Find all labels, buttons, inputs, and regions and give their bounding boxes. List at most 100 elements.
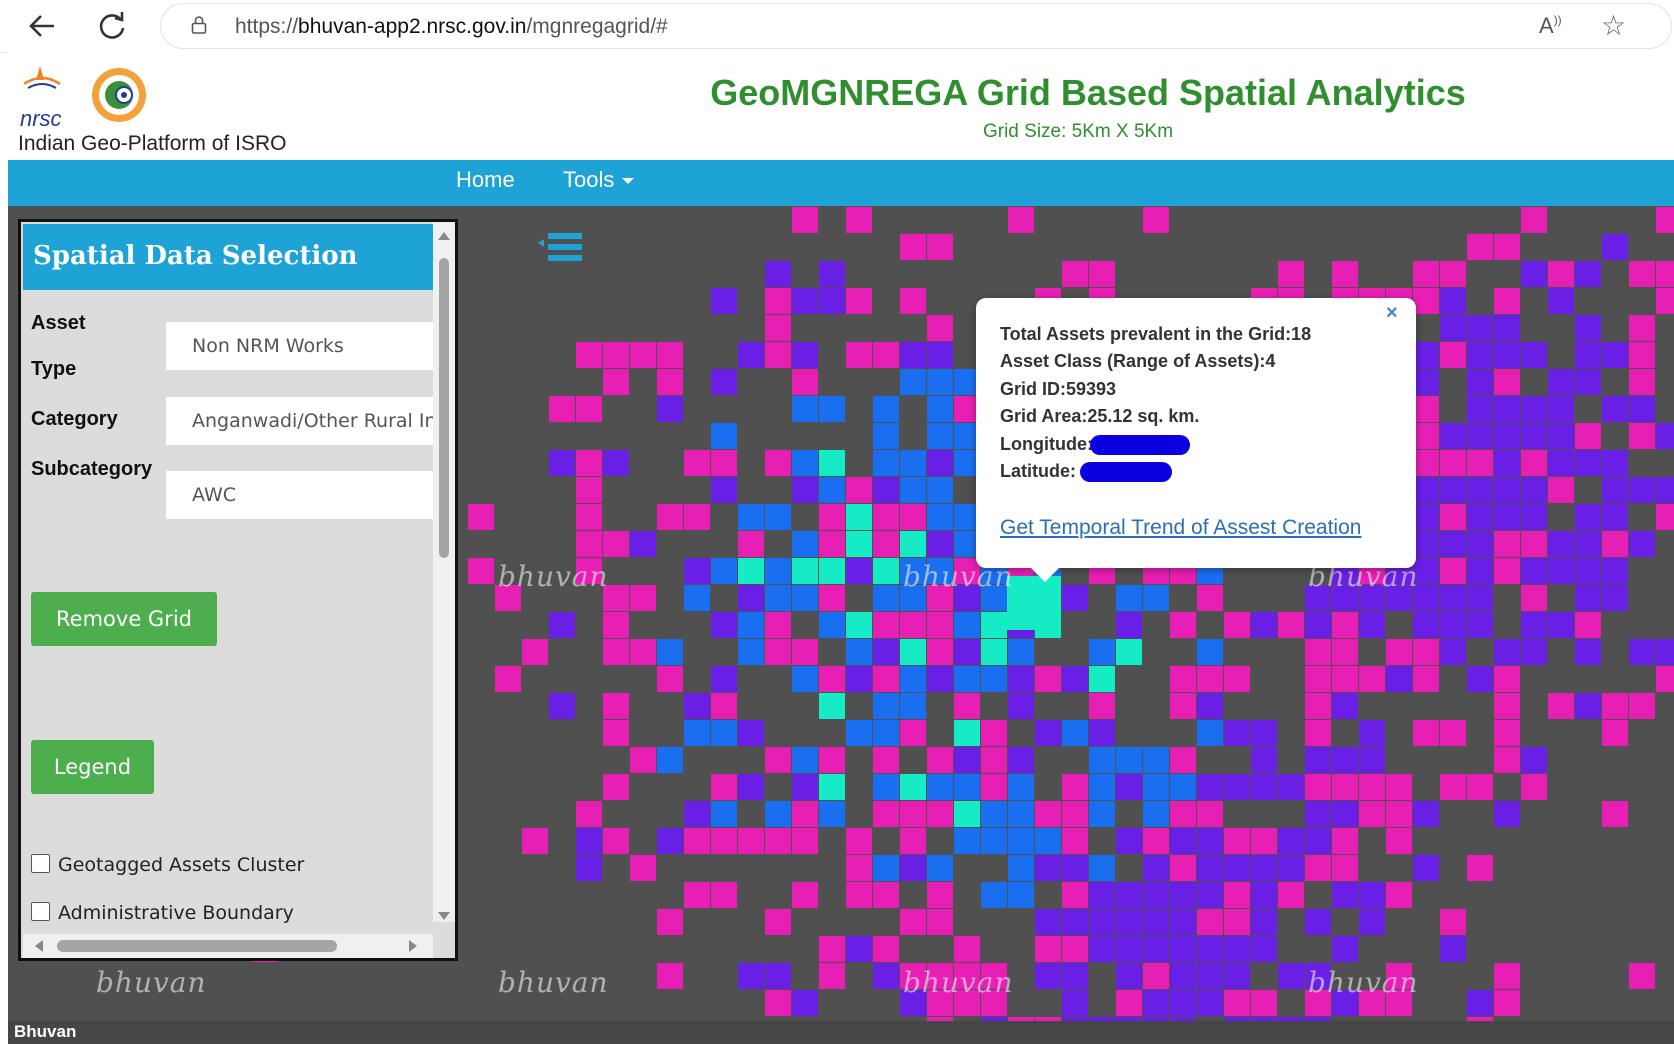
grid-cell[interactable] — [873, 450, 899, 476]
grid-cell[interactable] — [873, 477, 899, 503]
grid-cell[interactable] — [1359, 720, 1385, 746]
grid-cell[interactable] — [1116, 936, 1142, 962]
grid-cell[interactable] — [846, 828, 872, 854]
grid-cell[interactable] — [900, 801, 926, 827]
reload-icon[interactable] — [94, 8, 130, 44]
grid-cell[interactable] — [954, 747, 980, 773]
scroll-left-icon[interactable] — [35, 940, 43, 952]
grid-cell[interactable] — [1143, 855, 1169, 881]
grid-cell[interactable] — [603, 369, 629, 395]
grid-cell[interactable] — [684, 450, 710, 476]
grid-cell[interactable] — [603, 450, 629, 476]
grid-cell[interactable] — [1251, 855, 1277, 881]
grid-cell[interactable] — [1494, 801, 1520, 827]
scroll-thumb-horizontal[interactable] — [57, 940, 337, 952]
grid-cell[interactable] — [954, 720, 980, 746]
grid-cell[interactable] — [900, 693, 926, 719]
grid-cell[interactable] — [1143, 774, 1169, 800]
grid-cell[interactable] — [657, 828, 683, 854]
grid-cell[interactable] — [1548, 531, 1574, 557]
grid-cell[interactable] — [1143, 747, 1169, 773]
grid-cell[interactable] — [846, 288, 872, 314]
grid-cell[interactable] — [738, 585, 764, 611]
grid-cell[interactable] — [1305, 801, 1331, 827]
grid-cell[interactable] — [792, 639, 818, 665]
grid-cell[interactable] — [1602, 531, 1628, 557]
grid-cell[interactable] — [1548, 477, 1574, 503]
grid-cell[interactable] — [792, 747, 818, 773]
grid-cell[interactable] — [873, 612, 899, 638]
grid-cell[interactable] — [900, 666, 926, 692]
grid-cell[interactable] — [1413, 261, 1439, 287]
grid-cell[interactable] — [1278, 882, 1304, 908]
grid-cell[interactable] — [1521, 450, 1547, 476]
grid-cell[interactable] — [792, 990, 818, 1016]
grid-cell[interactable] — [1575, 342, 1601, 368]
grid-cell[interactable] — [819, 477, 845, 503]
grid-cell[interactable] — [1602, 693, 1628, 719]
grid-cell[interactable] — [1494, 639, 1520, 665]
grid-cell[interactable] — [1521, 639, 1547, 665]
grid-cell[interactable] — [927, 315, 953, 341]
grid-cell[interactable] — [981, 720, 1007, 746]
grid-cell[interactable] — [1278, 612, 1304, 638]
grid-cell[interactable] — [1521, 207, 1547, 233]
grid-cell[interactable] — [576, 477, 602, 503]
grid-cell[interactable] — [1440, 720, 1466, 746]
grid-cell[interactable] — [1521, 477, 1547, 503]
grid-cell[interactable] — [1629, 423, 1655, 449]
grid-cell[interactable] — [1467, 558, 1493, 584]
grid-cell[interactable] — [765, 612, 791, 638]
grid-cell[interactable] — [954, 639, 980, 665]
grid-cell[interactable] — [900, 450, 926, 476]
grid-cell[interactable] — [765, 639, 791, 665]
grid-cell[interactable] — [1224, 855, 1250, 881]
grid-cell[interactable] — [1575, 369, 1601, 395]
grid-cell[interactable] — [1143, 585, 1169, 611]
grid-cell[interactable] — [1224, 612, 1250, 638]
grid-cell[interactable] — [1548, 558, 1574, 584]
grid-cell[interactable] — [1602, 396, 1628, 422]
grid-cell[interactable] — [1332, 693, 1358, 719]
grid-cell[interactable] — [981, 747, 1007, 773]
grid-cell[interactable] — [927, 342, 953, 368]
grid-cell[interactable] — [1251, 936, 1277, 962]
grid-cell[interactable] — [1440, 531, 1466, 557]
grid-cell[interactable] — [1278, 774, 1304, 800]
grid-cell[interactable] — [684, 504, 710, 530]
grid-cell[interactable] — [873, 720, 899, 746]
grid-cell[interactable] — [630, 585, 656, 611]
grid-cell[interactable] — [576, 342, 602, 368]
grid-cell[interactable] — [792, 828, 818, 854]
grid-cell[interactable] — [1494, 450, 1520, 476]
grid-cell[interactable] — [1089, 936, 1115, 962]
grid-cell[interactable] — [657, 909, 683, 935]
grid-cell[interactable] — [927, 423, 953, 449]
grid-cell[interactable] — [1386, 828, 1412, 854]
grid-cell[interactable] — [873, 855, 899, 881]
grid-cell[interactable] — [630, 747, 656, 773]
grid-cell[interactable] — [1521, 774, 1547, 800]
grid-cell[interactable] — [1089, 261, 1115, 287]
grid-cell[interactable] — [1413, 801, 1439, 827]
admin-boundary-checkbox[interactable] — [31, 902, 50, 921]
grid-cell[interactable] — [1116, 909, 1142, 935]
grid-cell[interactable] — [1386, 666, 1412, 692]
grid-cell[interactable] — [1359, 774, 1385, 800]
grid-cell[interactable] — [765, 585, 791, 611]
grid-cell[interactable] — [1440, 612, 1466, 638]
grid-cell[interactable] — [1008, 207, 1034, 233]
grid-cell[interactable] — [1116, 585, 1142, 611]
grid-cell[interactable] — [1062, 720, 1088, 746]
grid-cell[interactable] — [792, 342, 818, 368]
grid-cell[interactable] — [738, 774, 764, 800]
grid-cell[interactable] — [1467, 990, 1493, 1016]
grid-cell[interactable] — [603, 720, 629, 746]
grid-cell[interactable] — [684, 585, 710, 611]
grid-cell[interactable] — [1143, 963, 1169, 989]
grid-cell[interactable] — [1386, 882, 1412, 908]
grid-cell[interactable] — [630, 639, 656, 665]
grid-cell[interactable] — [1332, 261, 1358, 287]
grid-cell[interactable] — [900, 774, 926, 800]
grid-cell[interactable] — [1575, 315, 1601, 341]
